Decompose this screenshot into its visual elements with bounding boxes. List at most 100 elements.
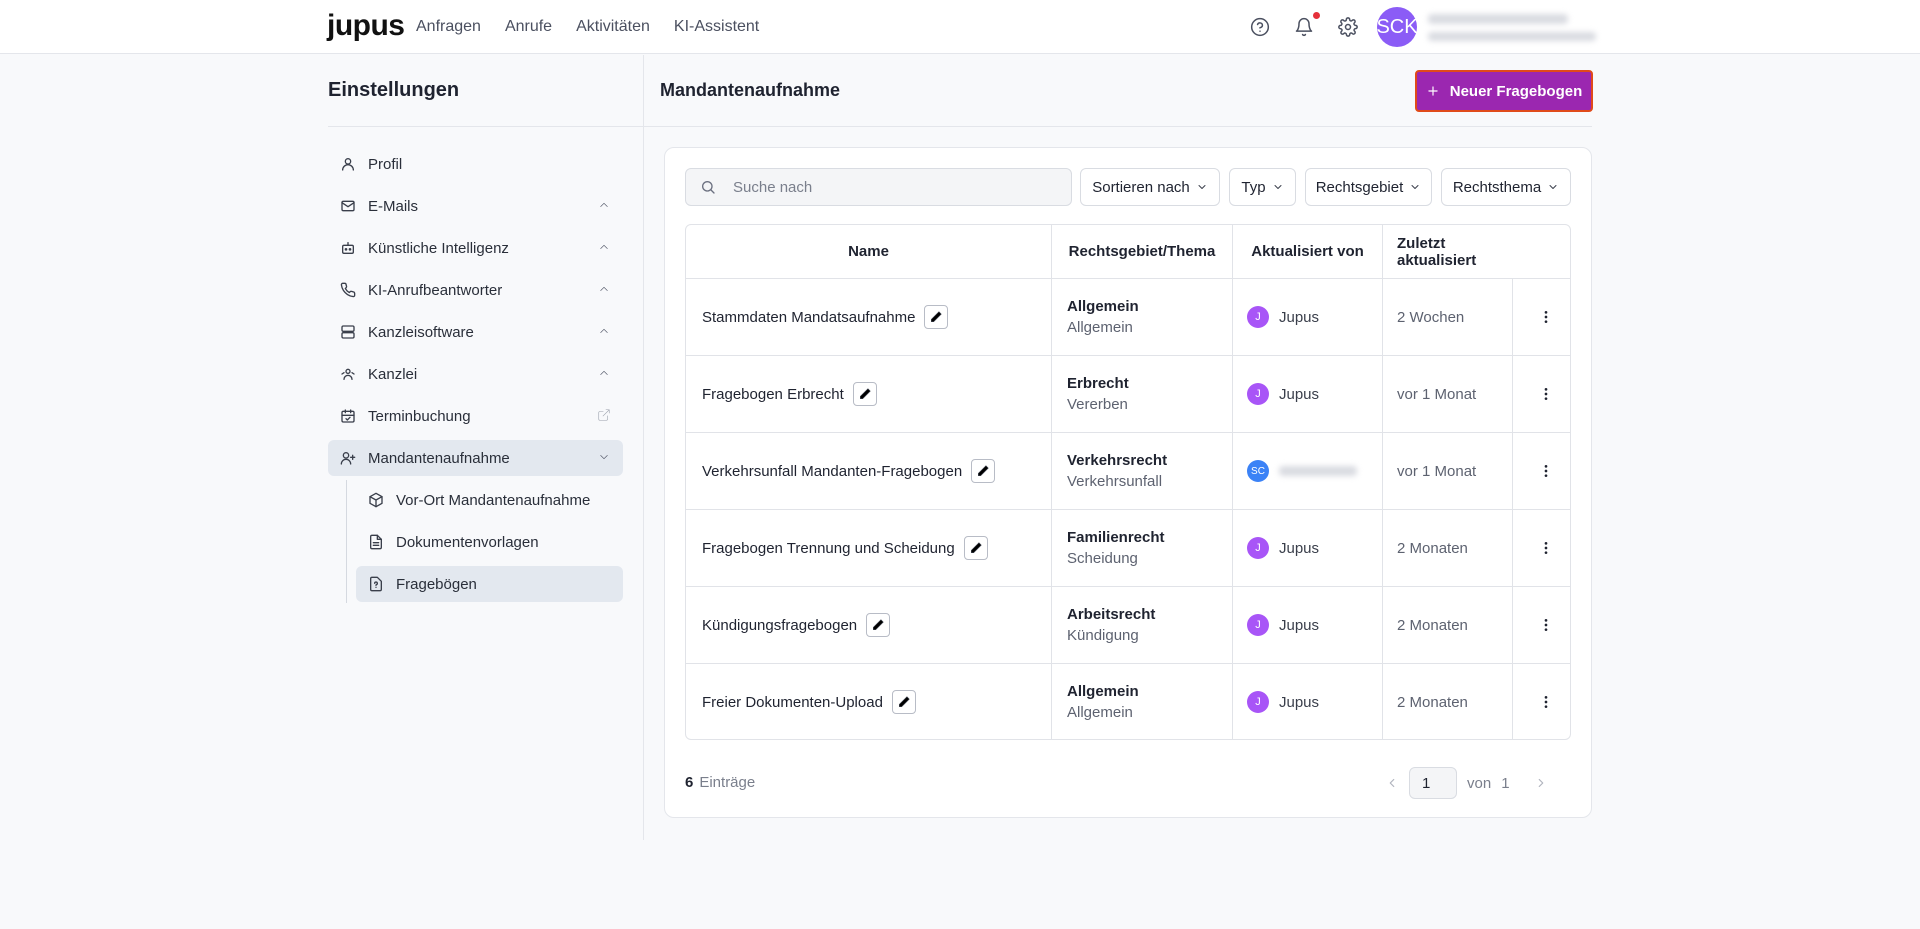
chevron-up-icon[interactable] — [597, 324, 611, 338]
chevron-down-icon — [1409, 181, 1421, 193]
edit-name-button[interactable] — [891, 690, 916, 714]
sidebar-item-ki-anrufbeantworter[interactable]: KI-Anrufbeantworter — [328, 272, 623, 308]
column-header-name[interactable]: Name — [686, 225, 1051, 278]
questionnaire-name[interactable]: Freier Dokumenten-Upload — [702, 694, 883, 711]
row-menu-button[interactable] — [1519, 587, 1570, 663]
sort-dropdown[interactable]: Sortieren nach — [1080, 168, 1220, 206]
updater-name: Jupus — [1279, 616, 1320, 634]
questionnaire-name[interactable]: Verkehrsunfall Mandanten-Fragebogen — [702, 463, 962, 480]
questionnaire-name[interactable]: Kündigungsfragebogen — [702, 617, 857, 634]
entry-count: 6 Einträge — [685, 774, 755, 791]
jupus-logo[interactable]: jupus — [327, 9, 405, 43]
sidebar-item-kanzleisoftware[interactable]: Kanzleisoftware — [328, 314, 623, 350]
updater-avatar: J — [1247, 614, 1269, 636]
sidebar-item-label: Künstliche Intelligenz — [368, 239, 509, 257]
updater-avatar: J — [1247, 306, 1269, 328]
sidebar-item-ki[interactable]: Künstliche Intelligenz — [328, 230, 623, 266]
updater-name: Jupus — [1279, 308, 1320, 326]
row-menu-button[interactable] — [1519, 279, 1570, 355]
area-cell: Verkehrsrecht Verkehrsunfall — [1067, 433, 1167, 509]
sidebar-subitem-dokumentenvorlagen[interactable]: Dokumentenvorlagen — [356, 524, 623, 560]
chevron-up-icon[interactable] — [597, 240, 611, 254]
pencil-icon — [976, 464, 990, 478]
row-menu-button[interactable] — [1519, 433, 1570, 509]
questionnaire-name[interactable]: Stammdaten Mandatsaufnahme — [702, 309, 915, 326]
sidebar-item-label: Kanzleisoftware — [368, 323, 474, 341]
edit-name-button[interactable] — [866, 613, 891, 637]
updater-avatar: J — [1247, 537, 1269, 559]
nav-ki-assistent[interactable]: KI-Assistent — [674, 18, 759, 36]
cube-icon — [368, 492, 384, 508]
area-cell: Erbrecht Vererben — [1067, 356, 1129, 432]
updated-date: 2 Wochen — [1397, 308, 1465, 326]
area-cell: Arbeitsrecht Kündigung — [1067, 587, 1155, 663]
new-questionnaire-button[interactable]: Neuer Fragebogen — [1415, 70, 1593, 112]
sidebar-item-kanzlei[interactable]: Kanzlei — [328, 356, 623, 392]
gear-icon[interactable] — [1338, 17, 1358, 37]
row-menu-button[interactable] — [1519, 510, 1570, 586]
table-row[interactable]: Stammdaten Mandatsaufnahme Allgemein All… — [686, 278, 1570, 355]
column-header-rechtsgebiet[interactable]: Rechtsgebiet/Thema — [1052, 225, 1232, 278]
pagination: von 1 — [1385, 767, 1548, 799]
more-vertical-icon — [1538, 309, 1554, 325]
nav-anfragen[interactable]: Anfragen — [416, 18, 481, 36]
page-total: 1 — [1501, 774, 1510, 792]
sidebar-subitem-vor-ort[interactable]: Vor-Ort Mandantenaufnahme — [356, 482, 623, 518]
search-box[interactable] — [685, 168, 1072, 206]
sidebar-item-emails[interactable]: E-Mails — [328, 188, 623, 224]
chevron-left-icon[interactable] — [1385, 776, 1399, 790]
name-cell: Fragebogen Trennung und Scheidung — [702, 510, 988, 586]
new-questionnaire-label: Neuer Fragebogen — [1449, 82, 1583, 100]
nav-aktivitaeten[interactable]: Aktivitäten — [576, 18, 650, 36]
sort-label: Sortieren nach — [1092, 178, 1190, 196]
rechtsthema-dropdown[interactable]: Rechtsthema — [1441, 168, 1571, 206]
chevron-down-icon[interactable] — [597, 450, 611, 464]
sidebar-item-mandantenaufnahme[interactable]: Mandantenaufnahme — [328, 440, 623, 476]
updated-date: 2 Monaten — [1397, 616, 1468, 634]
questionnaire-name[interactable]: Fragebogen Trennung und Scheidung — [702, 540, 955, 557]
column-header-updated-by[interactable]: Aktualisiert von — [1233, 225, 1382, 278]
sidebar-item-label: Profil — [368, 155, 403, 173]
row-menu-button[interactable] — [1519, 664, 1570, 739]
edit-name-button[interactable] — [852, 382, 877, 406]
mail-icon — [340, 198, 356, 214]
chevron-up-icon[interactable] — [597, 366, 611, 380]
table-row[interactable]: Kündigungsfragebogen Arbeitsrecht Kündig… — [686, 586, 1570, 663]
bell-icon[interactable] — [1294, 17, 1314, 37]
sidebar-item-terminbuchung[interactable]: Terminbuchung — [328, 398, 623, 434]
sidebar-item-profil[interactable]: Profil — [328, 146, 623, 182]
area-cell: Allgemein Allgemein — [1067, 279, 1139, 355]
column-header-last-updated[interactable]: Zuletzt aktualisiert — [1397, 225, 1527, 278]
search-input[interactable] — [731, 177, 1055, 197]
edit-name-button[interactable] — [963, 536, 988, 560]
calendar-icon — [340, 408, 356, 424]
chevron-right-icon[interactable] — [1534, 776, 1548, 790]
table-row[interactable]: Fragebogen Trennung und Scheidung Famili… — [686, 509, 1570, 586]
user-plus-icon — [340, 450, 356, 466]
edit-name-button[interactable] — [924, 305, 949, 329]
updated-by-cell: SC — [1247, 433, 1357, 509]
chevron-up-icon[interactable] — [597, 282, 611, 296]
rechtsgebiet-dropdown[interactable]: Rechtsgebiet — [1305, 168, 1432, 206]
rechtsgebiet: Familienrecht — [1067, 529, 1165, 546]
updater-name: Jupus — [1279, 385, 1320, 403]
table-row[interactable]: Freier Dokumenten-Upload Allgemein Allge… — [686, 663, 1570, 739]
type-dropdown[interactable]: Typ — [1229, 168, 1296, 206]
rechtsgebiet: Arbeitsrecht — [1067, 606, 1156, 623]
help-icon[interactable] — [1250, 17, 1270, 37]
row-menu-button[interactable] — [1519, 356, 1570, 432]
external-link-icon[interactable] — [597, 408, 611, 422]
rechtsthema: Allgemein — [1067, 319, 1133, 336]
nav-anrufe[interactable]: Anrufe — [505, 18, 552, 36]
name-cell: Kündigungsfragebogen — [702, 587, 891, 663]
rechtsthema: Allgemein — [1067, 704, 1133, 721]
table-row[interactable]: Verkehrsunfall Mandanten-Fragebogen Verk… — [686, 432, 1570, 509]
questionnaire-name[interactable]: Fragebogen Erbrecht — [702, 386, 844, 403]
user-icon — [340, 156, 356, 172]
chevron-up-icon[interactable] — [597, 198, 611, 212]
user-avatar[interactable]: SCK — [1376, 7, 1418, 47]
sidebar-subitem-frageboegen[interactable]: Fragebögen — [356, 566, 623, 602]
page-number-input[interactable] — [1409, 767, 1457, 799]
table-row[interactable]: Fragebogen Erbrecht Erbrecht Vererben J … — [686, 355, 1570, 432]
edit-name-button[interactable] — [971, 459, 996, 483]
